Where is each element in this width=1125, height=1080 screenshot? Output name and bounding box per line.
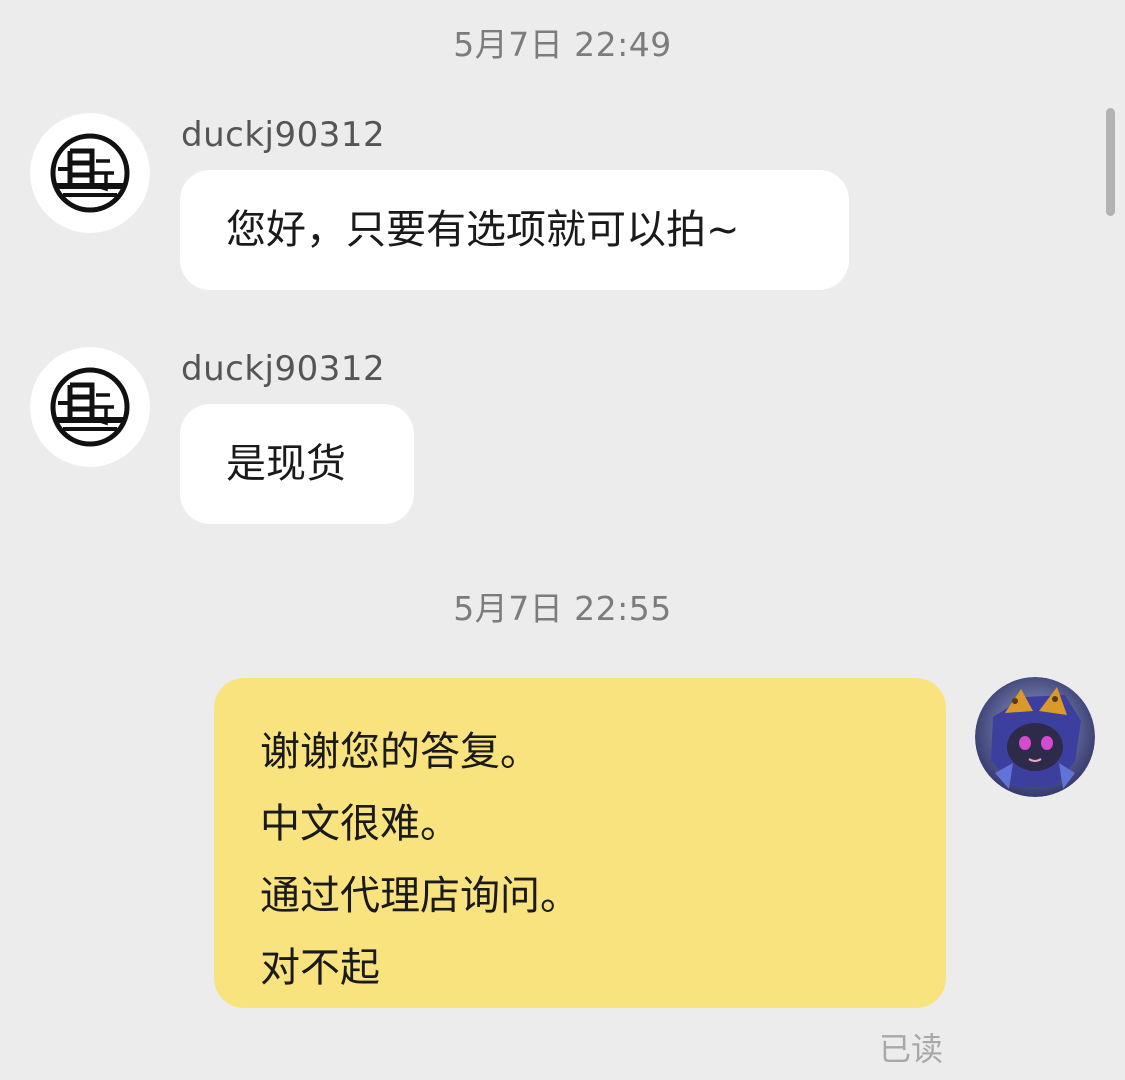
user-avatar[interactable] — [975, 677, 1095, 797]
reply-bubble[interactable]: 谢谢您的答复。 中文很难。 通过代理店询问。 对不起 — [214, 678, 946, 1008]
message-text: 是现货 — [226, 441, 346, 487]
reply-line: 中文很难。 — [260, 801, 460, 847]
sender-avatar[interactable] — [30, 113, 150, 233]
reply-line: 通过代理店询问。 — [260, 873, 580, 919]
timestamp: 5月7日 22:55 — [453, 589, 672, 628]
timestamp: 5月7日 22:49 — [453, 25, 672, 64]
moon-seal-icon — [30, 113, 150, 233]
read-status: 已读 — [878, 1030, 943, 1068]
sender-name: duckj90312 — [181, 115, 386, 155]
message-text: 您好，只要有选项就可以拍~ — [226, 207, 740, 253]
moon-seal-icon — [30, 347, 150, 467]
sender-name: duckj90312 — [181, 349, 386, 389]
message-bubble[interactable]: 您好，只要有选项就可以拍~ — [180, 170, 849, 290]
character-avatar-icon — [975, 677, 1095, 797]
sender-avatar[interactable] — [30, 347, 150, 467]
reply-line: 谢谢您的答复。 — [260, 729, 540, 775]
scrollbar[interactable] — [1106, 108, 1115, 216]
message-bubble[interactable]: 是现货 — [180, 404, 414, 524]
reply-line: 对不起 — [260, 945, 380, 991]
